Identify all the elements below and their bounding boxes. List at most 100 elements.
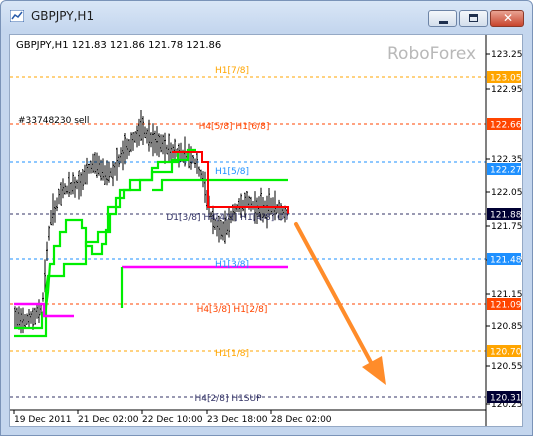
ohlc-bar: [104, 165, 106, 185]
svg-text:121.48: 121.48: [490, 256, 522, 266]
order-label: #33748230 sell: [18, 116, 89, 126]
ohlc-bar: [168, 133, 170, 163]
symbol-info: GBPJPY,H1 121.83 121.86 121.78 121.86: [16, 40, 221, 51]
svg-text:121.09: 121.09: [490, 301, 522, 311]
ohlc-bar: [160, 134, 162, 153]
ohlc-bar: [222, 221, 224, 241]
ohlc-bar: [196, 152, 198, 174]
price-tick-label: 120.55: [491, 362, 522, 372]
ohlc-bar: [32, 307, 34, 330]
ohlc-bar: [106, 160, 108, 186]
ohlc-bar: [162, 134, 164, 155]
ohlc-bar: [142, 116, 144, 145]
chart-area[interactable]: H1[7/8] H4[5/8] H1[6/8] H1[5/8] D1[3/8] H4[…: [9, 34, 523, 427]
ohlc-bar: [252, 201, 254, 210]
time-tick-label: 23 Dec 18:00: [207, 415, 268, 425]
ohlc-bar: [130, 132, 132, 153]
price-badge: 122.66: [487, 118, 522, 131]
ohlc-bar: [116, 147, 118, 181]
ohlc-bar: [84, 164, 86, 185]
restore-button[interactable]: [459, 10, 488, 27]
ohlc-bar: [112, 161, 114, 187]
ohlc-bar: [154, 130, 156, 154]
ohlc-bar: [74, 176, 76, 198]
ohlc-bar: [66, 185, 68, 195]
svg-text:120.70: 120.70: [490, 348, 522, 358]
ohlc-bar: [246, 191, 248, 208]
ohlc-bar: [98, 155, 100, 176]
ohlc-bar: [68, 171, 70, 197]
ohlc-bar: [122, 140, 124, 171]
level-label: H4[3/8] H1[2/8]: [197, 305, 268, 315]
ohlc-bar: [30, 311, 32, 324]
ohlc-bar: [152, 123, 154, 157]
level-label: H1[7/8]: [215, 66, 249, 76]
price-tick-label: 121.75: [491, 222, 522, 232]
minimize-icon: [439, 21, 448, 24]
price-tick-label: 123.25: [491, 50, 522, 60]
ohlc-bar: [14, 306, 16, 328]
level-label: H1[3/8]: [215, 260, 249, 270]
ohlc-bar: [138, 118, 140, 146]
time-tick-label: 21 Dec 02:00: [78, 415, 139, 425]
price-chart[interactable]: H1[7/8] H4[5/8] H1[6/8] H1[5/8] D1[3/8] H4[…: [10, 35, 523, 426]
ohlc-bar: [70, 182, 72, 195]
watermark: RoboForex: [387, 44, 476, 64]
ohlc-bar: [60, 182, 62, 206]
ohlc-bar: [156, 126, 158, 156]
level-label: H1[5/8]: [215, 167, 249, 177]
ohlc-bar: [24, 314, 26, 327]
ohlc-bar: [114, 162, 116, 176]
ohlc-bar: [90, 160, 92, 174]
price-badge: 121.09: [487, 298, 522, 311]
ohlc-bar: [88, 163, 90, 174]
ohlc-bar: [126, 138, 128, 160]
ohlc-bar: [94, 152, 96, 174]
ohlc-bar: [48, 225, 50, 241]
ohlc-bar: [276, 204, 278, 214]
svg-text:122.66: 122.66: [490, 121, 522, 131]
price-badge: 121.88: [487, 208, 522, 221]
ohlc-bar: [200, 169, 202, 181]
ohlc-bar: [124, 133, 126, 165]
ohlc-bar: [164, 132, 166, 164]
time-tick-label: 22 Dec 10:00: [142, 415, 203, 425]
ohlc-bar: [128, 139, 130, 156]
ohlc-bar: [42, 292, 44, 302]
ohlc-bar: [242, 199, 244, 212]
ohlc-bar: [110, 167, 112, 178]
ohlc-bar: [22, 307, 24, 334]
ohlc-bar: [250, 196, 252, 212]
minimize-button[interactable]: [428, 10, 457, 27]
ohlc-bar: [158, 133, 160, 158]
ohlc-bar: [34, 307, 36, 325]
time-tick-label: 28 Dec 02:00: [271, 415, 332, 425]
level-label: H4[2/8] H1SUP: [194, 394, 262, 404]
ohlc-bar: [52, 193, 54, 226]
ohlc-bar: [54, 200, 56, 223]
ohlc-bar: [82, 169, 84, 190]
ohlc-bar: [18, 306, 20, 330]
title-bar[interactable]: GBPJPY,H1 ✕: [1, 1, 532, 31]
ohlc-bar: [174, 138, 176, 163]
ohlc-bar: [28, 309, 30, 328]
green-support-line: [152, 178, 288, 192]
ohlc-bar: [64, 183, 66, 195]
restore-icon: [469, 14, 478, 22]
ohlc-bar: [198, 166, 200, 177]
close-button[interactable]: ✕: [490, 10, 524, 27]
level-label: H4[5/8] H1[6/8]: [199, 122, 270, 132]
ohlc-bar: [36, 304, 38, 319]
ohlc-bar: [58, 188, 60, 205]
ohlc-bar: [108, 161, 110, 183]
ohlc-bar: [204, 171, 206, 203]
ohlc-bar: [144, 126, 146, 139]
level-label: H1[1/8]: [215, 349, 249, 359]
ohlc-bar: [92, 153, 94, 174]
ohlc-bar: [26, 313, 28, 325]
svg-text:120.31: 120.31: [490, 394, 522, 404]
ohlc-bar: [140, 110, 142, 141]
window-title: GBPJPY,H1: [31, 9, 95, 23]
ohlc-bar: [62, 178, 64, 199]
level-label: D1[3/8] H4[4/8] H1[4/8] OT: [166, 213, 290, 223]
